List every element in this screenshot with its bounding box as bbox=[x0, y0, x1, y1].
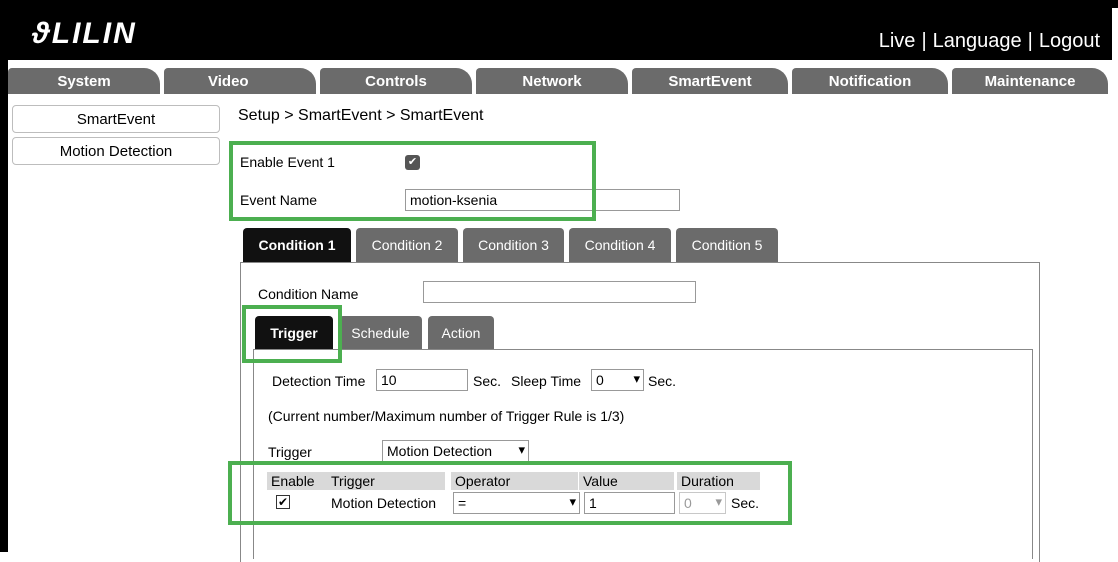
detection-time-label: Detection Time bbox=[272, 373, 366, 389]
highlight-event-settings bbox=[229, 141, 596, 221]
top-links: Live | Language | Logout bbox=[879, 30, 1100, 53]
live-link[interactable]: Live bbox=[879, 30, 916, 52]
trigger-select[interactable]: Motion Detection ▾ bbox=[382, 440, 529, 462]
detection-time-input[interactable]: 10 bbox=[376, 369, 468, 391]
detection-time-unit: Sec. bbox=[473, 373, 502, 389]
nav-tab-smartevent[interactable]: SmartEvent bbox=[632, 68, 788, 94]
trigger-select-value: Motion Detection bbox=[387, 443, 493, 459]
tab-condition-5[interactable]: Condition 5 bbox=[676, 228, 778, 262]
trigger-label: Trigger bbox=[268, 444, 312, 460]
link-separator: | bbox=[1027, 30, 1033, 52]
breadcrumb: Setup > SmartEvent > SmartEvent bbox=[238, 107, 484, 124]
main-nav: System Video Controls Network SmartEvent… bbox=[8, 68, 1112, 96]
condition-name-label: Condition Name bbox=[258, 286, 359, 302]
link-separator: | bbox=[921, 30, 927, 52]
highlight-trigger-tab bbox=[242, 305, 342, 363]
sidebar-item-smartevent[interactable]: SmartEvent bbox=[12, 105, 220, 133]
logo-text: LILIN bbox=[51, 17, 137, 50]
logo-mark-icon: ϑ bbox=[32, 17, 52, 50]
nav-tab-controls[interactable]: Controls bbox=[320, 68, 472, 94]
logout-link[interactable]: Logout bbox=[1039, 30, 1100, 52]
tab-condition-3[interactable]: Condition 3 bbox=[463, 228, 564, 262]
chevron-down-icon: ▾ bbox=[633, 371, 640, 386]
condition-name-input[interactable] bbox=[423, 281, 696, 303]
nav-tab-notification[interactable]: Notification bbox=[792, 68, 948, 94]
window-border-left bbox=[0, 0, 8, 552]
tab-action[interactable]: Action bbox=[428, 316, 494, 350]
sidebar-item-motion-detection[interactable]: Motion Detection bbox=[12, 137, 220, 165]
header-bar: ϑLILIN Live | Language | Logout bbox=[8, 8, 1112, 60]
tab-condition-4[interactable]: Condition 4 bbox=[569, 228, 671, 262]
sleep-time-unit: Sec. bbox=[648, 373, 677, 389]
trigger-rule-info: (Current number/Maximum number of Trigge… bbox=[268, 408, 625, 424]
highlight-rule-table bbox=[228, 461, 792, 525]
nav-tab-maintenance[interactable]: Maintenance bbox=[952, 68, 1108, 94]
sleep-time-select[interactable]: 0 ▾ bbox=[591, 369, 644, 391]
tab-schedule[interactable]: Schedule bbox=[339, 316, 422, 350]
sleep-time-label: Sleep Time bbox=[511, 373, 582, 389]
lilin-logo: ϑLILIN bbox=[32, 17, 137, 51]
nav-tab-video[interactable]: Video bbox=[164, 68, 316, 94]
tab-condition-2[interactable]: Condition 2 bbox=[356, 228, 458, 262]
sleep-time-value: 0 bbox=[596, 372, 604, 388]
chevron-down-icon: ▾ bbox=[518, 442, 525, 457]
tab-condition-1[interactable]: Condition 1 bbox=[243, 228, 351, 262]
window-border-top bbox=[0, 0, 1118, 8]
language-link[interactable]: Language bbox=[933, 30, 1022, 52]
nav-tab-system[interactable]: System bbox=[8, 68, 160, 94]
nav-tab-network[interactable]: Network bbox=[476, 68, 628, 94]
